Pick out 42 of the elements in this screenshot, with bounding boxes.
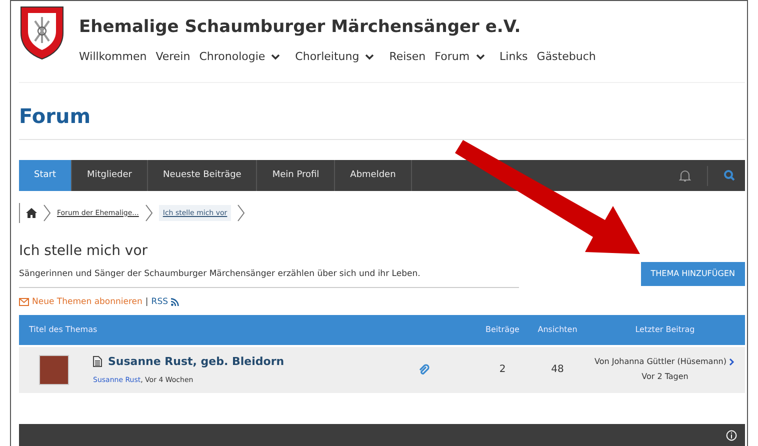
info-icon[interactable] bbox=[726, 430, 737, 440]
column-header: Titel des Themas bbox=[28, 324, 98, 336]
category-description: Sängerinnen und Sänger der Schaumburger Märchensänger erzählen über sich und ihr Leben. bbox=[19, 268, 519, 288]
menu-item[interactable]: Reisen bbox=[389, 48, 426, 65]
page-title: Forum bbox=[19, 101, 745, 140]
avatar-photo-placeholder bbox=[39, 354, 69, 384]
menu-item[interactable]: Verein bbox=[156, 48, 190, 65]
chevron-right-icon[interactable] bbox=[729, 358, 736, 366]
site-title: Ehemalige Schaumburger Märchensänger e.V. bbox=[79, 16, 522, 39]
menu-item[interactable]: Links bbox=[500, 48, 528, 65]
menu-item[interactable]: Forum bbox=[434, 48, 485, 65]
nav-tab[interactable]: Mitglieder bbox=[72, 160, 148, 191]
menu-item[interactable]: Chorleitung bbox=[295, 48, 374, 65]
menu-item[interactable]: Chronologie bbox=[199, 48, 280, 65]
last-post-time: Vor 2 Tagen bbox=[640, 371, 690, 383]
coat-of-arms-logo bbox=[19, 5, 65, 61]
menu-item[interactable]: Willkommen bbox=[79, 48, 147, 65]
category-title: Ich stelle mich vor bbox=[19, 242, 149, 261]
chevron-right-icon bbox=[144, 204, 153, 222]
nav-tab[interactable]: Neueste Beiträge bbox=[148, 160, 258, 191]
rss-link[interactable]: RSS bbox=[151, 296, 168, 308]
nav-tab[interactable]: Start bbox=[19, 160, 72, 191]
topic-title-link[interactable]: Susanne Rust, geb. Bleidorn bbox=[108, 354, 284, 370]
chevron-right-icon bbox=[43, 204, 51, 222]
rss-icon[interactable] bbox=[171, 298, 179, 306]
chevron-right-icon bbox=[237, 204, 246, 222]
column-header: Letzter Beitrag bbox=[634, 324, 696, 336]
add-topic-button[interactable]: THEMA HINZUFÜGEN bbox=[640, 262, 745, 286]
column-header: Ansichten bbox=[536, 324, 578, 336]
last-post-link[interactable]: Von Johanna Güttler (Hüsemann) bbox=[594, 357, 726, 366]
view-count: 48 bbox=[550, 363, 565, 377]
document-icon bbox=[93, 356, 102, 368]
bell-icon[interactable] bbox=[679, 169, 691, 182]
nav-tab[interactable]: Abmelden bbox=[335, 160, 412, 191]
envelope-icon bbox=[19, 298, 29, 306]
separator-text: | bbox=[145, 296, 148, 308]
post-count: 2 bbox=[498, 363, 507, 377]
column-header: Beiträge bbox=[484, 324, 520, 336]
nav-tab[interactable]: Mein Profil bbox=[257, 160, 336, 191]
menu-item[interactable]: Gästebuch bbox=[536, 48, 596, 65]
search-icon[interactable] bbox=[724, 170, 735, 181]
home-icon[interactable] bbox=[26, 208, 37, 218]
